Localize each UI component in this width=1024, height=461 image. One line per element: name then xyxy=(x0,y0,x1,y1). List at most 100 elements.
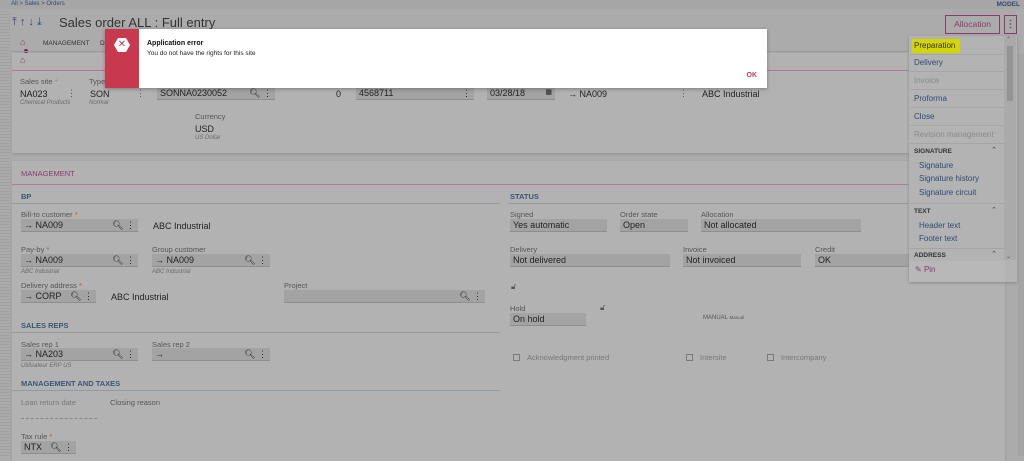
dialog-title: Application error xyxy=(147,40,203,47)
customer-value[interactable]: → NA009 xyxy=(568,89,607,99)
calendar-icon: ▦ xyxy=(545,88,552,96)
error-dialog: ✕ Application error You do not have the … xyxy=(105,29,767,88)
loan-return-date-field[interactable] xyxy=(21,418,97,419)
bill-to-field[interactable]: → NA009🔍︎ ⋮ xyxy=(21,219,138,232)
scroll-up-icon[interactable]: ⌃ xyxy=(1006,36,1011,43)
date-field[interactable]: 03/28/18▦ xyxy=(487,87,555,100)
dialog-message: You do not have the rights for this site xyxy=(147,50,256,57)
bp-section-title: BP xyxy=(21,192,31,201)
right-edge-bar xyxy=(1018,53,1024,456)
credit-label: Credit xyxy=(815,245,835,254)
sales-rep1-sub: Utilisateur ERP US xyxy=(21,363,71,369)
project-field[interactable]: 🔍︎ ⋮ xyxy=(284,290,485,303)
sales-site-value[interactable]: NA023 xyxy=(20,89,48,99)
breadcrumb-orders[interactable]: Orders xyxy=(46,1,64,7)
sales-rep1-field[interactable]: → NA203🔍︎ ⋮ xyxy=(21,348,138,361)
sales-rep2-field[interactable]: → 🔍︎ ⋮ xyxy=(152,348,270,361)
first-record-icon[interactable]: ⤒ xyxy=(12,16,20,28)
error-strip: ✕ xyxy=(105,29,139,88)
intersite-checkbox[interactable]: Intersite xyxy=(686,353,727,362)
credit-field: OK xyxy=(815,254,910,267)
menu-item-signature-circuit[interactable]: Signature circuit xyxy=(919,188,976,197)
chevron-up-icon[interactable]: ⌃ xyxy=(991,146,997,154)
group-customer-field[interactable]: → NA009🔍︎ ⋮ xyxy=(152,254,270,267)
menu-group-text[interactable]: TEXT xyxy=(914,208,931,215)
menu-divider xyxy=(910,71,1004,72)
order-number-field[interactable]: SONNA0230052🔍︎ ⋮ xyxy=(157,87,275,100)
hold-field: On hold xyxy=(510,313,586,326)
scroll-down-icon[interactable]: ⌄ xyxy=(1006,253,1011,260)
management-panel xyxy=(12,161,1005,461)
menu-item-header-text[interactable]: Header text xyxy=(919,221,960,230)
menu-scrollbar[interactable]: ⌃ ⌄ xyxy=(1004,36,1016,260)
last-record-icon[interactable]: ⤓ xyxy=(37,16,45,28)
left-strip xyxy=(0,9,10,456)
scrollbar-thumb[interactable] xyxy=(1007,46,1013,101)
kebab-icon[interactable]: ⋮ xyxy=(136,88,145,99)
customer-name: ABC Industrial xyxy=(702,89,760,99)
intercompany-checkbox[interactable]: Intercompany xyxy=(767,353,826,362)
type-value[interactable]: SON xyxy=(90,89,110,99)
order-state-field: Open xyxy=(620,219,688,232)
more-actions-button[interactable]: ⋮ xyxy=(1004,15,1017,34)
tax-rule-field[interactable]: NTX🔍︎ ⋮ xyxy=(21,441,76,454)
breadcrumb-all[interactable]: All xyxy=(11,1,18,7)
chevron-up-icon[interactable]: ⌃ xyxy=(991,206,997,214)
menu-divider xyxy=(910,248,1004,249)
bill-to-label: Bill-to customer * xyxy=(21,210,78,219)
menu-item-revision-management: Revision management xyxy=(914,130,994,139)
breadcrumb: All > Sales > Orders xyxy=(11,1,65,7)
delivery-field: Not delivered xyxy=(510,254,670,267)
kebab-icon: ⋮ xyxy=(462,88,471,99)
signed-label: Signed xyxy=(510,210,533,219)
pay-by-sub: ABC Industrial xyxy=(21,269,59,275)
type-label: Type xyxy=(89,77,105,86)
allocation-label: Allocation xyxy=(701,210,734,219)
ack-printed-checkbox[interactable]: Acknowledgment printed xyxy=(513,353,609,362)
loan-return-date-label: Loan return date xyxy=(21,398,76,407)
closing-reason-label: Closing reason xyxy=(110,398,160,407)
menu-divider xyxy=(910,125,1004,126)
unlock-icon[interactable]: 🔓︎ xyxy=(511,282,516,292)
menu-item-signature-history[interactable]: Signature history xyxy=(919,174,979,183)
menu-item-proforma[interactable]: Proforma xyxy=(914,94,947,103)
menu-group-signature[interactable]: SIGNATURE xyxy=(914,148,952,155)
pin-button[interactable]: ✎ Pin xyxy=(915,265,936,274)
breadcrumb-sales[interactable]: Sales xyxy=(25,1,40,7)
chevron-up-icon[interactable]: ⌃ xyxy=(991,250,997,258)
kebab-icon[interactable]: ⋮ xyxy=(67,88,76,99)
divider xyxy=(12,332,500,333)
record-nav: ⤒↑↓⤓ xyxy=(12,16,45,29)
search-icon: 🔍︎ ⋮ xyxy=(70,291,93,302)
divider xyxy=(12,390,500,391)
group-customer-label: Group customer xyxy=(152,245,206,254)
bill-to-name: ABC Industrial xyxy=(153,221,211,231)
home-tab-icon[interactable]: ⌂ xyxy=(20,37,25,47)
tab-management[interactable]: MANAGEMENT xyxy=(43,40,90,47)
ok-button[interactable]: OK xyxy=(747,72,758,79)
search-icon: 🔍︎ ⋮ xyxy=(249,88,272,99)
mode-label: MODEL xyxy=(997,1,1020,8)
tab-d[interactable]: D xyxy=(100,40,105,47)
management-title: MANAGEMENT xyxy=(21,169,75,178)
reference-field[interactable]: 4568711⋮ xyxy=(356,87,474,100)
revision-value: 0 xyxy=(336,89,341,99)
invoice-label: Invoice xyxy=(683,245,707,254)
next-record-icon[interactable]: ↓ xyxy=(28,16,37,28)
allocation-button[interactable]: Allocation xyxy=(945,15,1000,34)
menu-item-delivery[interactable]: Delivery xyxy=(914,58,943,67)
pay-by-field[interactable]: → NA009🔍︎ ⋮ xyxy=(21,254,138,267)
sales-reps-title: SALES REPS xyxy=(21,321,69,330)
menu-divider xyxy=(910,203,1004,204)
menu-item-preparation[interactable]: Preparation xyxy=(914,41,955,50)
currency-value: USD xyxy=(195,124,214,134)
allocation-field: Not allocated xyxy=(701,219,861,232)
delivery-address-field[interactable]: → CORP🔍︎ ⋮ xyxy=(21,290,96,303)
menu-item-signature[interactable]: Signature xyxy=(919,161,953,170)
menu-item-close[interactable]: Close xyxy=(914,112,934,121)
menu-divider xyxy=(910,143,1004,144)
menu-item-footer-text[interactable]: Footer text xyxy=(919,234,957,243)
menu-group-address[interactable]: ADDRESS xyxy=(914,252,946,259)
unlock-icon[interactable]: 🔓︎ xyxy=(600,303,605,313)
kebab-icon[interactable]: ⋮ xyxy=(679,88,688,99)
